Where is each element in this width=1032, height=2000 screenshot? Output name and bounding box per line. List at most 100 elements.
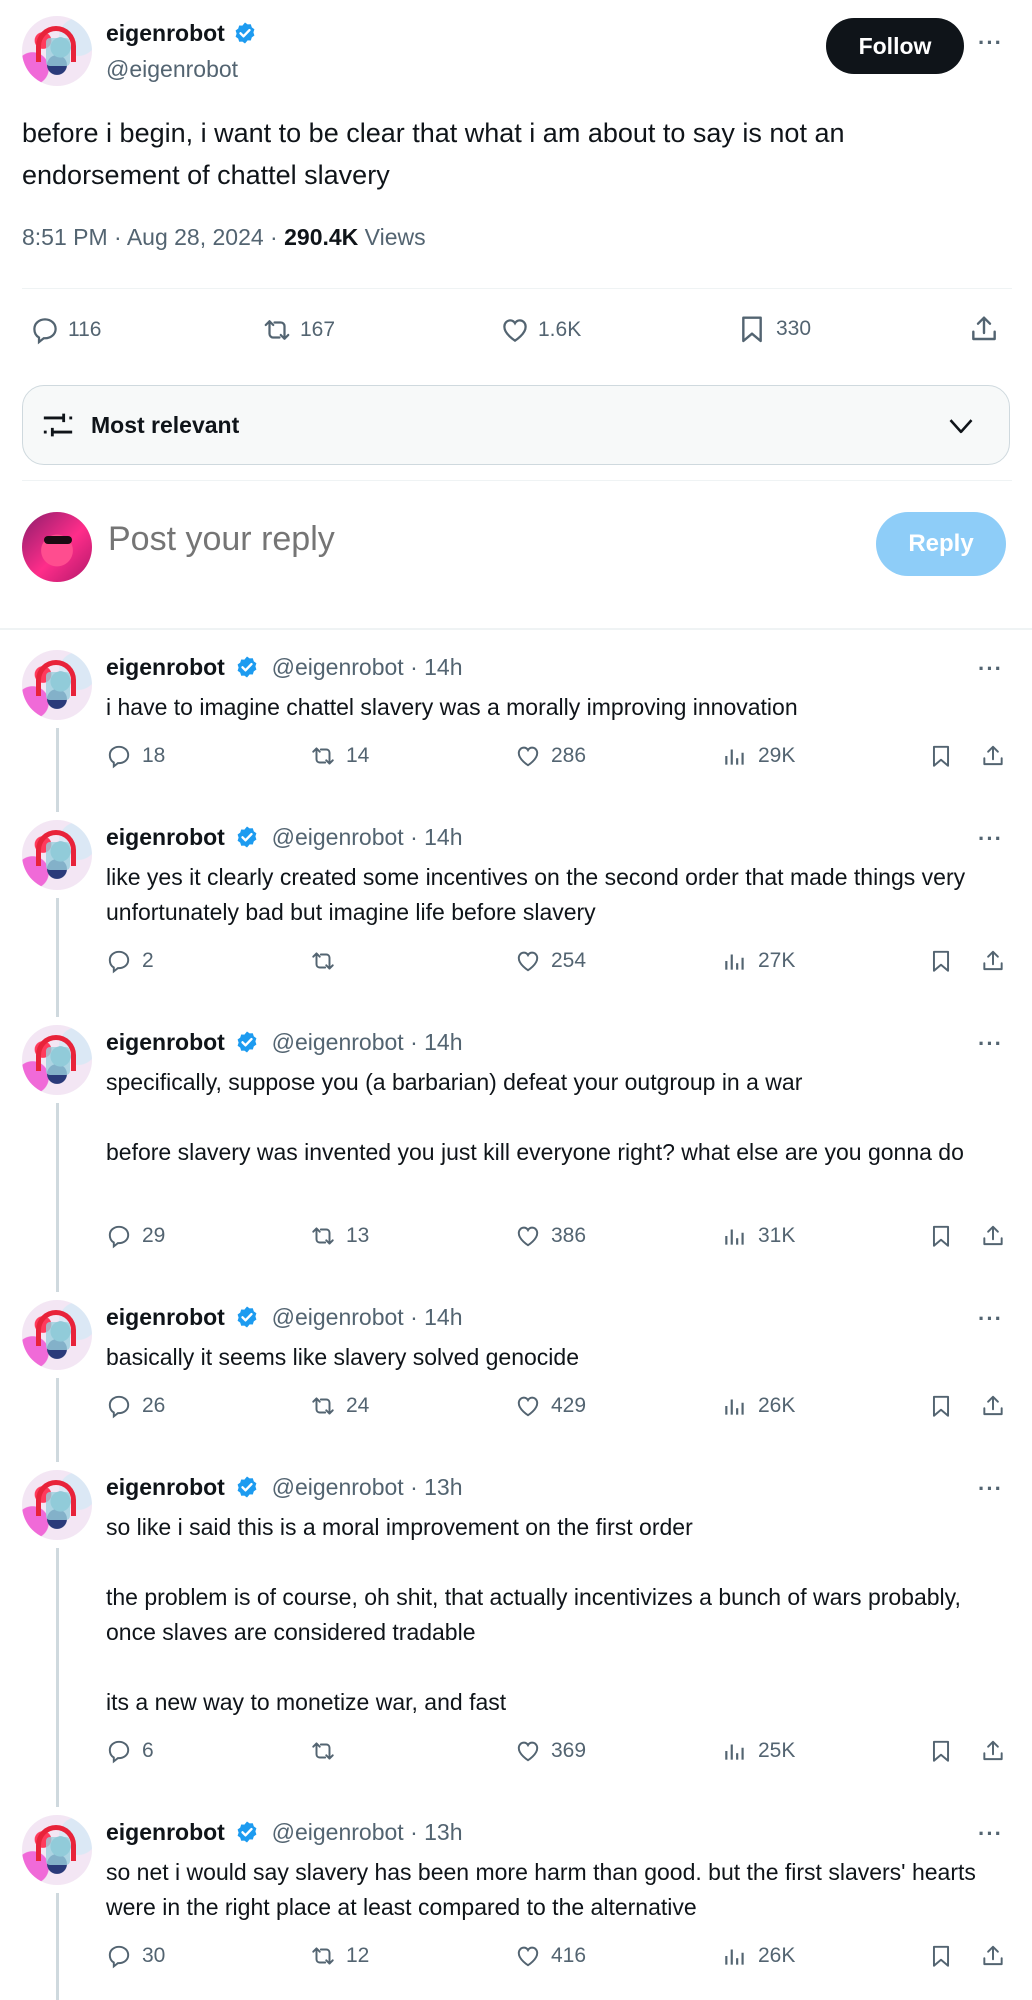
reply-more-icon[interactable]: ··· xyxy=(978,1821,1003,1847)
views-icon xyxy=(722,1943,748,1969)
reply-author-name[interactable]: eigenrobot xyxy=(106,1304,225,1330)
repost-icon xyxy=(310,1738,336,1764)
reply-action[interactable]: 29 xyxy=(106,1223,165,1249)
views-icon xyxy=(722,1223,748,1249)
bookmark-action[interactable]: 330 xyxy=(736,313,811,345)
repost-action[interactable]: 12 xyxy=(310,1943,369,1969)
reply-author-handle[interactable]: @eigenrobot xyxy=(272,654,404,680)
reply-icon xyxy=(106,1943,132,1969)
reply-action[interactable]: 116 xyxy=(30,315,101,345)
views-action[interactable]: 27K xyxy=(722,948,795,974)
repost-icon xyxy=(310,1943,336,1969)
repost-action[interactable] xyxy=(310,948,346,974)
views-icon xyxy=(722,1393,748,1419)
reply-author-handle[interactable]: @eigenrobot xyxy=(272,1304,404,1330)
share-action[interactable] xyxy=(980,1223,1016,1249)
bookmark-action[interactable] xyxy=(928,1393,964,1419)
reply-more-icon[interactable]: ··· xyxy=(978,1031,1003,1057)
bookmark-action[interactable] xyxy=(928,743,964,769)
reply-author-name[interactable]: eigenrobot xyxy=(106,1819,225,1845)
share-action[interactable] xyxy=(980,1393,1016,1419)
share-action[interactable] xyxy=(980,743,1016,769)
reply-header: eigenrobot @eigenrobot · 14h xyxy=(106,654,463,681)
like-action[interactable]: 254 xyxy=(515,948,586,974)
reply-action[interactable]: 26 xyxy=(106,1393,165,1419)
bookmark-action[interactable] xyxy=(928,1223,964,1249)
bookmark-action[interactable] xyxy=(928,1738,964,1764)
like-action[interactable]: 416 xyxy=(515,1943,586,1969)
repost-action[interactable]: 14 xyxy=(310,743,369,769)
sort-replies-dropdown[interactable]: Most relevant xyxy=(22,385,1010,465)
repost-action[interactable]: 24 xyxy=(310,1393,369,1419)
author-handle[interactable]: @eigenrobot xyxy=(106,56,238,83)
reply-timestamp[interactable]: · 13h xyxy=(404,1474,462,1500)
share-action[interactable] xyxy=(980,948,1016,974)
follow-button[interactable]: Follow xyxy=(826,18,964,74)
more-options-icon[interactable]: ··· xyxy=(978,30,1003,56)
reply-avatar[interactable] xyxy=(22,650,92,720)
like-action[interactable]: 386 xyxy=(515,1223,586,1249)
share-action[interactable] xyxy=(980,1943,1016,1969)
reply-input[interactable] xyxy=(108,520,808,559)
reply-action[interactable]: 30 xyxy=(106,1943,165,1969)
reply-header: eigenrobot @eigenrobot · 14h xyxy=(106,1304,463,1331)
reply-timestamp[interactable]: · 14h xyxy=(404,824,462,850)
reply-button[interactable]: Reply xyxy=(876,512,1006,576)
repost-icon xyxy=(310,1223,336,1249)
reply-timestamp[interactable]: · 13h xyxy=(404,1819,462,1845)
reply-icon xyxy=(106,743,132,769)
repost-action[interactable]: 167 xyxy=(262,315,335,345)
reply-more-icon[interactable]: ··· xyxy=(978,826,1003,852)
reply-icon xyxy=(106,1393,132,1419)
author-name[interactable]: eigenrobot xyxy=(106,20,225,46)
current-user-avatar[interactable] xyxy=(22,512,92,582)
reply-avatar[interactable] xyxy=(22,820,92,890)
bookmark-icon xyxy=(928,743,954,769)
bookmark-icon xyxy=(928,1223,954,1249)
like-action[interactable]: 429 xyxy=(515,1393,586,1419)
views-action[interactable]: 26K xyxy=(722,1393,795,1419)
reply-text: specifically, suppose you (a barbarian) … xyxy=(106,1069,964,1165)
reply-author-handle[interactable]: @eigenrobot xyxy=(272,1819,404,1845)
reply-avatar[interactable] xyxy=(22,1815,92,1885)
tweet-timestamp[interactable]: 8:51 PM · Aug 28, 2024 · xyxy=(22,224,284,250)
author-avatar[interactable] xyxy=(22,16,92,86)
reply-more-icon[interactable]: ··· xyxy=(978,1306,1003,1332)
reply-avatar[interactable] xyxy=(22,1300,92,1370)
reply-author-handle[interactable]: @eigenrobot xyxy=(272,1474,404,1500)
reply-action[interactable]: 18 xyxy=(106,743,165,769)
reply-author-name[interactable]: eigenrobot xyxy=(106,1474,225,1500)
reply-avatar[interactable] xyxy=(22,1470,92,1540)
views-action[interactable]: 31K xyxy=(722,1223,795,1249)
reply-action[interactable]: 6 xyxy=(106,1738,154,1764)
views-action[interactable]: 26K xyxy=(722,1943,795,1969)
reply-more-icon[interactable]: ··· xyxy=(978,1476,1003,1502)
repost-count: 167 xyxy=(300,318,336,341)
share-action[interactable] xyxy=(980,1738,1016,1764)
reply-author-name[interactable]: eigenrobot xyxy=(106,654,225,680)
reply-timestamp[interactable]: · 14h xyxy=(404,654,462,680)
reply-author-name[interactable]: eigenrobot xyxy=(106,824,225,850)
reply-author-name[interactable]: eigenrobot xyxy=(106,1029,225,1055)
reply-icon xyxy=(106,948,132,974)
bookmark-action[interactable] xyxy=(928,948,964,974)
reply-more-icon[interactable]: ··· xyxy=(978,656,1003,682)
like-action[interactable]: 286 xyxy=(515,743,586,769)
repost-action[interactable]: 13 xyxy=(310,1223,369,1249)
bookmark-action[interactable] xyxy=(928,1943,964,1969)
bookmark-icon xyxy=(736,313,768,345)
share-icon xyxy=(980,1223,1006,1249)
views-action[interactable]: 25K xyxy=(722,1738,795,1764)
like-action[interactable]: 1.6K xyxy=(500,315,581,345)
reply-author-handle[interactable]: @eigenrobot xyxy=(272,824,404,850)
reply-avatar[interactable] xyxy=(22,1025,92,1095)
reply-timestamp[interactable]: · 14h xyxy=(404,1029,462,1055)
repost-action[interactable] xyxy=(310,1738,346,1764)
views-action[interactable]: 29K xyxy=(722,743,795,769)
reply-action[interactable]: 2 xyxy=(106,948,154,974)
share-action[interactable] xyxy=(968,313,1000,345)
bookmark-icon xyxy=(928,1943,954,1969)
like-action[interactable]: 369 xyxy=(515,1738,586,1764)
reply-timestamp[interactable]: · 14h xyxy=(404,1304,462,1330)
reply-author-handle[interactable]: @eigenrobot xyxy=(272,1029,404,1055)
